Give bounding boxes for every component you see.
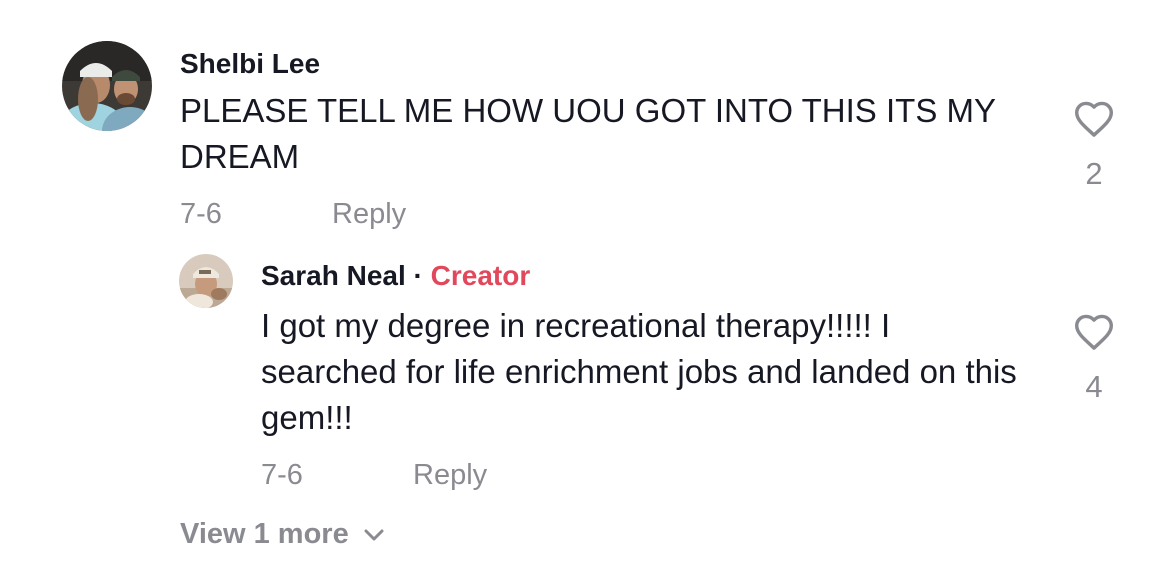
reply-button[interactable]: Reply — [413, 459, 487, 492]
avatar[interactable] — [179, 254, 233, 308]
reply-author-line: Sarah Neal · Creator — [261, 260, 530, 292]
comment-text: PLEASE TELL ME HOW UOU GOT INTO THIS ITS… — [180, 92, 996, 175]
like-count: 4 — [1085, 369, 1103, 404]
separator-dot: · — [413, 260, 423, 291]
reply-date: 7-6 — [261, 459, 303, 491]
like-count: 2 — [1085, 156, 1103, 191]
creator-badge: Creator — [430, 260, 531, 291]
heart-outline-icon — [1075, 101, 1113, 137]
view-more-label: View 1 more — [180, 518, 349, 550]
reply-text: I got my degree in recreational therapy!… — [261, 307, 1017, 436]
like-button[interactable]: 4 — [1071, 313, 1117, 405]
reply-button[interactable]: Reply — [332, 198, 406, 231]
reply-author[interactable]: Sarah Neal — [261, 260, 406, 291]
comment-date: 7-6 — [180, 198, 222, 230]
chevron-down-icon — [364, 529, 384, 541]
comment-author[interactable]: Shelbi Lee — [180, 48, 320, 80]
view-more-replies-button[interactable]: View 1 more — [180, 518, 385, 551]
heart-outline-icon — [1075, 314, 1113, 350]
avatar[interactable] — [62, 41, 152, 131]
like-button[interactable]: 2 — [1071, 100, 1117, 192]
